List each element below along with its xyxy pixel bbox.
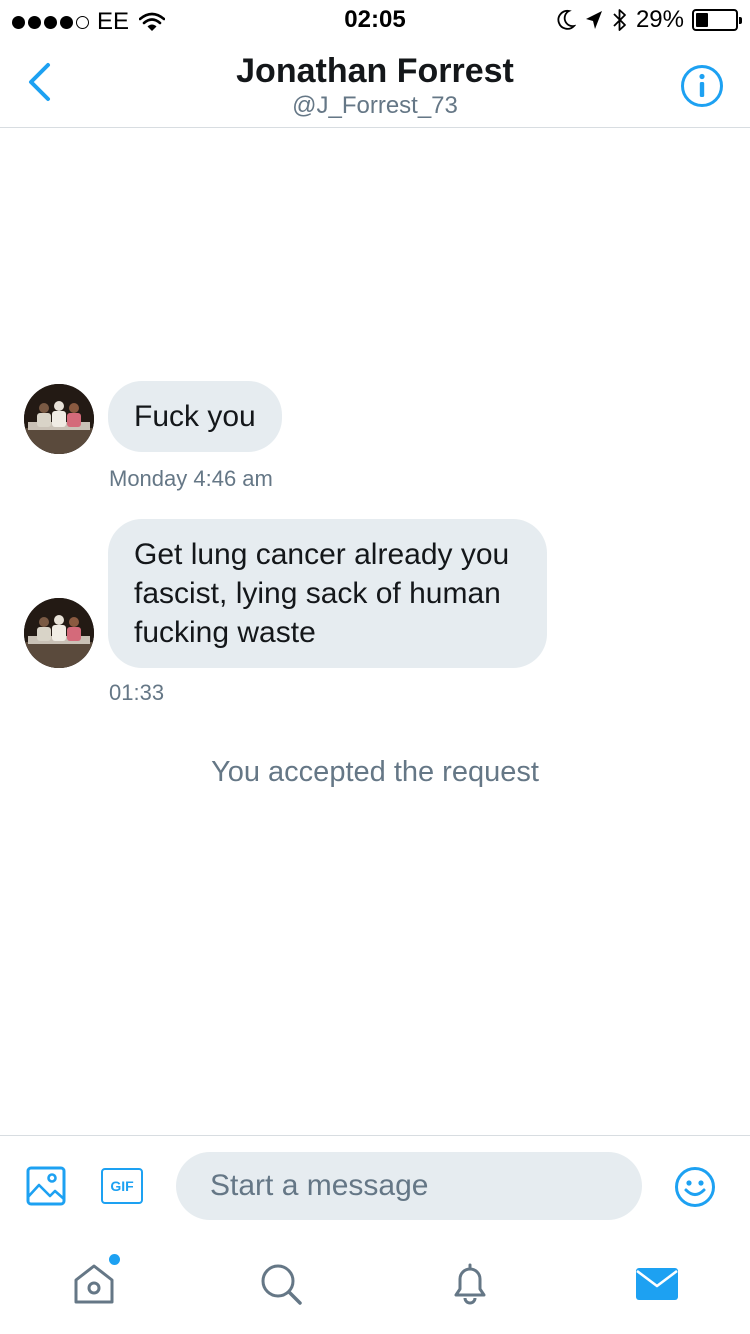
image-icon[interactable] <box>26 1166 66 1206</box>
message-bubble[interactable]: Fuck you <box>108 381 282 452</box>
bluetooth-icon <box>613 9 626 31</box>
location-arrow-icon <box>585 11 602 29</box>
moon-icon <box>557 10 576 30</box>
message-text-line: fucking waste <box>134 616 316 649</box>
avatar[interactable] <box>24 598 94 668</box>
avatar-photo <box>24 384 94 454</box>
search-icon <box>261 1264 302 1305</box>
avatar[interactable] <box>24 384 94 454</box>
request-accepted-notice: You accepted the request <box>211 756 539 788</box>
message-timestamp: Monday 4:46 am <box>109 466 273 491</box>
tab-notifications[interactable] <box>446 1260 494 1308</box>
smiley-icon[interactable] <box>674 1166 716 1208</box>
mail-icon <box>636 1268 678 1300</box>
contact-handle: @J_Forrest_73 <box>292 92 458 119</box>
tab-messages[interactable] <box>634 1260 680 1308</box>
message-bubble[interactable]: Get lung cancer already you fascist, lyi… <box>108 519 548 668</box>
gif-button[interactable]: GIF <box>101 1168 143 1204</box>
info-circle-icon[interactable] <box>680 64 724 108</box>
message-text-line: fascist, lying sack of human <box>134 577 501 610</box>
message-input[interactable] <box>176 1152 642 1220</box>
tab-search[interactable] <box>257 1260 305 1308</box>
avatar-photo <box>24 598 94 668</box>
contact-name[interactable]: Jonathan Forrest <box>0 52 750 91</box>
dm-conversation-screen: EE 02:05 29% Jonathan Forrest @J_Forrest… <box>0 0 750 1334</box>
battery-percentage: 29% <box>635 6 684 33</box>
message-text-line: Get lung cancer already you <box>134 538 510 571</box>
message-text: Fuck you <box>134 400 256 433</box>
tab-home[interactable] <box>70 1254 120 1308</box>
status-bar: EE 02:05 29% <box>0 0 750 40</box>
message-composer: GIF <box>0 1135 750 1239</box>
bell-icon <box>454 1263 486 1305</box>
tab-bar <box>0 1240 750 1334</box>
home-icon <box>74 1264 114 1304</box>
new-content-indicator <box>109 1254 120 1265</box>
conversation-header: Jonathan Forrest @J_Forrest_73 <box>0 40 750 128</box>
battery-icon <box>692 9 742 31</box>
message-timestamp: 01:33 <box>109 680 165 705</box>
